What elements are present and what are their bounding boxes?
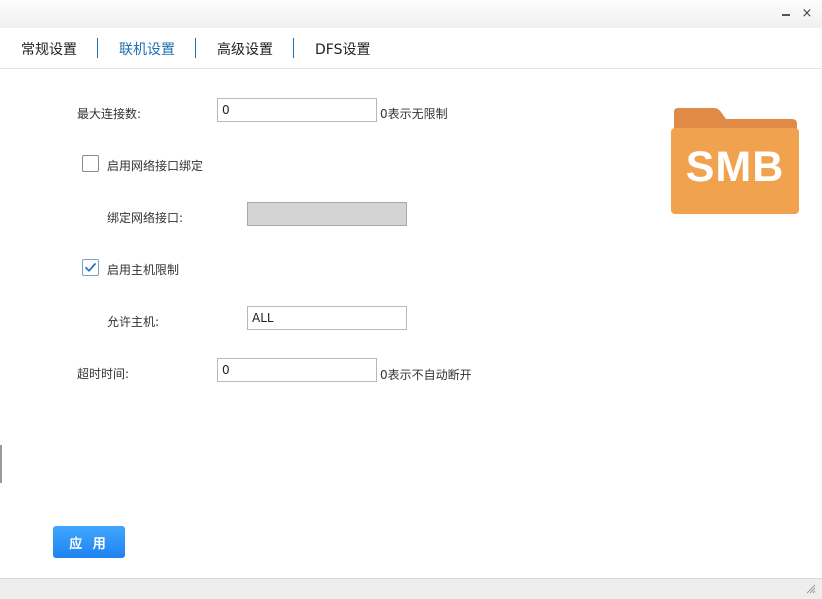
tab-separator	[293, 38, 294, 58]
tab-dfs[interactable]: DFS设置	[315, 39, 370, 59]
minimize-icon	[782, 13, 790, 16]
window-edge-handle	[0, 445, 2, 483]
tab-connection[interactable]: 联机设置	[119, 39, 175, 59]
checkmark-icon	[85, 263, 96, 272]
minimize-button[interactable]	[778, 5, 794, 21]
close-icon: ×	[801, 5, 813, 21]
bind-interface-label: 绑定网络接口:	[107, 211, 184, 225]
timeout-label: 超时时间:	[77, 367, 130, 381]
allowed-hosts-label: 允许主机:	[107, 315, 160, 329]
max-connections-input[interactable]	[217, 98, 377, 122]
tab-general[interactable]: 常规设置	[21, 39, 77, 59]
apply-button[interactable]: 应 用	[53, 526, 125, 558]
resize-grip-icon[interactable]	[804, 582, 816, 594]
timeout-hint: 0表示不自动断开	[380, 368, 472, 382]
status-footer	[0, 578, 822, 599]
max-connections-hint: 0表示无限制	[380, 107, 448, 121]
bind-interface-input[interactable]	[247, 202, 407, 226]
tab-advanced[interactable]: 高级设置	[217, 39, 273, 59]
title-bar: ×	[0, 0, 822, 28]
timeout-input[interactable]	[217, 358, 377, 382]
tab-separator	[195, 38, 196, 58]
close-button[interactable]: ×	[799, 5, 815, 21]
tab-bar: 常规设置 联机设置 高级设置 DFS设置	[0, 28, 822, 69]
smb-logo-text: SMB	[685, 143, 785, 191]
bind-interface-checkbox[interactable]	[82, 155, 99, 172]
host-limit-checkbox[interactable]	[82, 259, 99, 276]
allowed-hosts-input[interactable]	[247, 306, 407, 330]
tab-separator	[97, 38, 98, 58]
bind-interface-enable-label: 启用网络接口绑定	[107, 159, 204, 173]
max-connections-label: 最大连接数:	[77, 107, 142, 121]
host-limit-enable-label: 启用主机限制	[107, 263, 180, 277]
